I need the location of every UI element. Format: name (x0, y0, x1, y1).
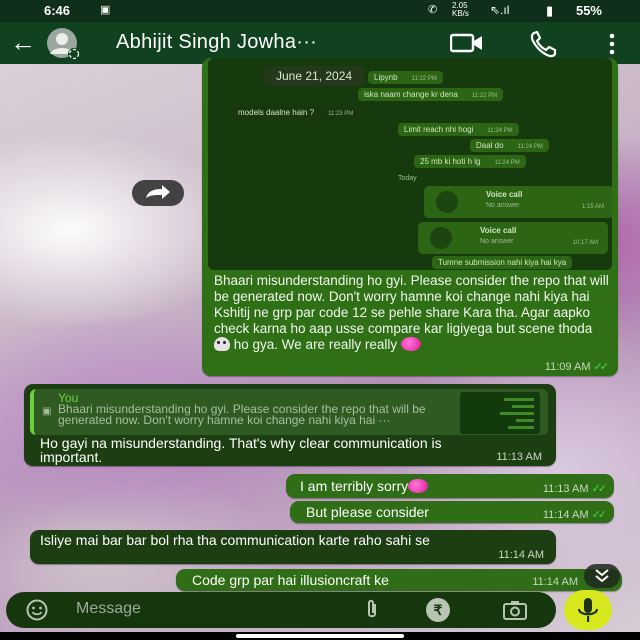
notification-icon: ▣ (100, 4, 111, 16)
message-bubble[interactable]: But please consider 11:14 AM ✓✓ (290, 501, 614, 523)
rupee-icon[interactable]: ₹ (426, 598, 450, 622)
message-composer: Message ₹ (6, 592, 556, 628)
attach-icon[interactable] (362, 599, 382, 626)
signal-icon: ⇖.ıl (490, 3, 510, 17)
message-time: 11:13 AM (496, 451, 542, 463)
message-bubble[interactable]: Code grp par hai illusioncraft ke 11:14 … (176, 569, 622, 591)
message-reply-bubble[interactable]: You ▣ Bhaari misunderstanding ho gyi. Pl… (24, 384, 556, 466)
read-ticks-icon: ✓✓ (591, 509, 608, 521)
image-date-chip: June 21, 2024 (264, 66, 365, 86)
quote-text: Bhaari misunderstanding ho gyi. Please c… (58, 402, 426, 427)
message-text: Isliye mai bar bar bol rha tha communica… (40, 532, 430, 548)
message-text: But please consider (306, 504, 429, 520)
read-ticks-icon: ✓✓ (591, 483, 608, 495)
scroll-down-icon[interactable] (584, 564, 620, 588)
message-meta: 11:13 AM ✓✓ (542, 483, 608, 495)
image-row: iska naam change kr dena 11:22 PM (358, 88, 504, 101)
quoted-message[interactable]: You ▣ Bhaari misunderstanding ho gyi. Pl… (30, 389, 548, 435)
image-row: Limit reach nhi hogi 11:24 PM (398, 123, 519, 136)
image-row: Tumne submission nahi kiya hai kya (432, 256, 573, 269)
quote-thumbnail (460, 392, 540, 434)
emoji-icon[interactable] (26, 599, 48, 626)
message-text: Bhaari misunderstanding ho gyi. Please c… (214, 273, 609, 352)
phone-icon (436, 191, 458, 213)
message-input[interactable]: Message (76, 600, 141, 618)
image-icon: ▣ (42, 406, 52, 417)
image-voice-call: Voice call No answer 1:15 AM (424, 186, 612, 218)
avatar[interactable] (44, 27, 100, 60)
more-options-icon[interactable] (604, 30, 620, 58)
video-call-icon[interactable] (449, 32, 484, 54)
image-row: Lipynb 11:22 PM (368, 71, 443, 84)
message-meta: 11:09 AM ✓✓ (544, 361, 610, 373)
status-time: 6:46 (44, 3, 71, 18)
message-text: I am terribly sorry (300, 478, 429, 494)
message-time: 11:14 AM (498, 549, 544, 561)
message-meta: 11:14 AM ✓✓ (542, 509, 608, 521)
back-arrow-icon[interactable]: ← (10, 28, 36, 56)
home-indicator[interactable] (236, 634, 404, 638)
voice-call-icon[interactable] (528, 30, 558, 58)
message-text: Ho gayi na misunderstanding. That's why … (40, 435, 442, 465)
message-image-bubble[interactable]: June 21, 2024 Lipynb 11:22 PM iska naam c… (202, 58, 618, 376)
image-today-chip: Today (398, 175, 417, 182)
pink-emoji-icon (408, 479, 429, 493)
contact-name[interactable]: Abhijit Singh Jowha··· (116, 31, 317, 54)
call-status-icon: ✆ (428, 4, 438, 16)
image-row: Daal do 11:24 PM (470, 139, 549, 152)
message-time: 11:14 AM (532, 576, 578, 588)
message-bubble[interactable]: I am terribly sorry 11:13 AM ✓✓ (286, 474, 614, 498)
battery-icon: ▮ (546, 3, 554, 18)
forward-icon[interactable] (132, 180, 184, 206)
system-nav-bar (0, 632, 640, 640)
read-ticks-icon: ✓✓ (593, 361, 610, 373)
image-voice-call: Voice call No answer 10:17 AM (418, 222, 608, 254)
camera-icon[interactable] (502, 599, 528, 626)
message-text: Code grp par hai illusioncraft ke (192, 572, 389, 588)
status-bar: 6:46 ▣ ✆ 2.05 KB/s ⇖.ıl ▮ 55% (0, 0, 640, 22)
pink-emoji-icon (400, 337, 421, 351)
network-speed: 2.05 KB/s (452, 1, 469, 18)
image-row: models daalne hain ? 11:23 PM (232, 106, 360, 119)
skull-emoji-icon (214, 337, 230, 351)
phone-icon (430, 227, 452, 249)
chat-screenshot-image[interactable]: June 21, 2024 Lipynb 11:22 PM iska naam c… (208, 58, 612, 270)
chat-screen: 6:46 ▣ ✆ 2.05 KB/s ⇖.ıl ▮ 55% ← Abhijit S… (0, 0, 640, 640)
mic-icon[interactable] (564, 590, 612, 630)
message-bubble[interactable]: Isliye mai bar bar bol rha tha communica… (30, 530, 556, 564)
image-row: 25 mb ki hoti h lg 11:24 PM (414, 155, 526, 168)
battery-level: 55% (575, 3, 602, 18)
